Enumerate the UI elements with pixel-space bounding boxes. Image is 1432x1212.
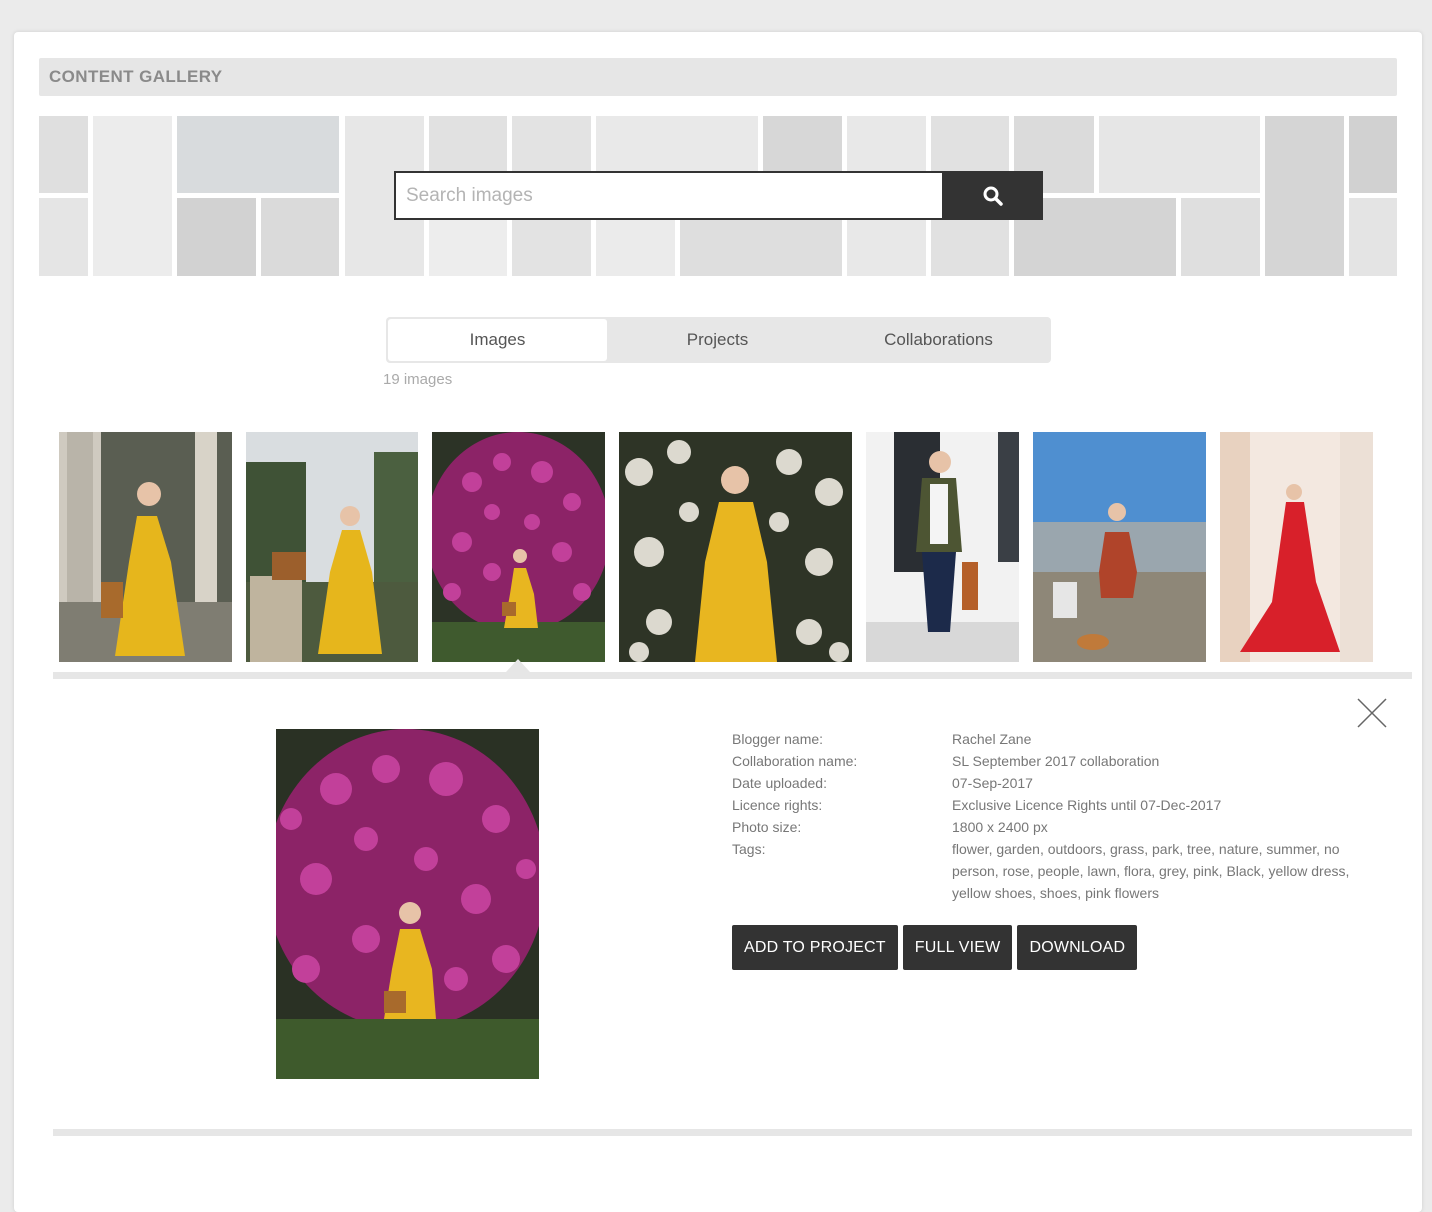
- detail-value: SL September 2017 collaboration: [952, 753, 1160, 769]
- detail-label: Licence rights:: [732, 797, 823, 813]
- thumbnail-red-gown-istock[interactable]: [1220, 432, 1373, 662]
- gallery-title: CONTENT GALLERY: [49, 67, 223, 86]
- search-input[interactable]: [394, 171, 942, 220]
- view-tabs: Images Projects Collaborations: [386, 317, 1051, 363]
- thumbnail-yellow-dress-white-flowers[interactable]: [619, 432, 852, 662]
- thumbnail-yellow-dress-pink-flowers[interactable]: [432, 432, 605, 662]
- detail-value: 07-Sep-2017: [952, 775, 1033, 791]
- gallery-header: CONTENT GALLERY: [39, 58, 1397, 96]
- search-bar: [394, 171, 1043, 220]
- close-icon[interactable]: [1354, 695, 1390, 731]
- download-button[interactable]: DOWNLOAD: [1017, 925, 1138, 970]
- thumbnail-red-dress-marina[interactable]: [1033, 432, 1206, 662]
- photo-yellow-dress-columns: [59, 432, 232, 662]
- thumbnail-yellow-dress-garden-basket[interactable]: [246, 432, 418, 662]
- add-to-project-button[interactable]: ADD TO PROJECT: [732, 925, 898, 970]
- selected-pointer: [506, 659, 530, 672]
- photo-yellow-dress-pink-flowers-large: [276, 729, 539, 1079]
- search-button[interactable]: [942, 171, 1043, 220]
- detail-value: flower, garden, outdoors, grass, park, t…: [952, 841, 1350, 901]
- search-icon: [983, 186, 1003, 206]
- tab-images[interactable]: Images: [388, 319, 607, 361]
- detail-label: Photo size:: [732, 819, 802, 835]
- photo-green-parka-street: [866, 432, 1019, 662]
- tab-projects[interactable]: Projects: [607, 317, 828, 363]
- thumbnail-yellow-dress-columns[interactable]: [59, 432, 232, 662]
- detail-actions: ADD TO PROJECT FULL VIEW DOWNLOAD: [732, 925, 1138, 970]
- tab-collaborations[interactable]: Collaborations: [828, 317, 1049, 363]
- photo-yellow-dress-pink-flowers: [432, 432, 605, 662]
- detail-bottom-divider: [53, 1129, 1412, 1136]
- detail-label: Collaboration name:: [732, 753, 858, 769]
- detail-value: Rachel Zane: [952, 731, 1032, 747]
- detail-value: 1800 x 2400 px: [952, 819, 1048, 835]
- photo-yellow-dress-garden-basket: [246, 432, 418, 662]
- detail-image[interactable]: [276, 729, 539, 1079]
- thumbnail-green-parka-street[interactable]: [866, 432, 1019, 662]
- detail-top-divider: [53, 672, 1412, 679]
- detail-label: Tags:: [732, 841, 766, 857]
- full-view-button[interactable]: FULL VIEW: [902, 925, 1013, 970]
- detail-label: Date uploaded:: [732, 775, 827, 791]
- photo-yellow-dress-white-flowers: [619, 432, 852, 662]
- detail-value: Exclusive Licence Rights until 07-Dec-20…: [952, 797, 1222, 813]
- photo-red-gown-istock: [1220, 432, 1373, 662]
- photo-red-dress-marina: [1033, 432, 1206, 662]
- detail-label: Blogger name:: [732, 731, 824, 747]
- image-count: 19 images: [383, 371, 453, 388]
